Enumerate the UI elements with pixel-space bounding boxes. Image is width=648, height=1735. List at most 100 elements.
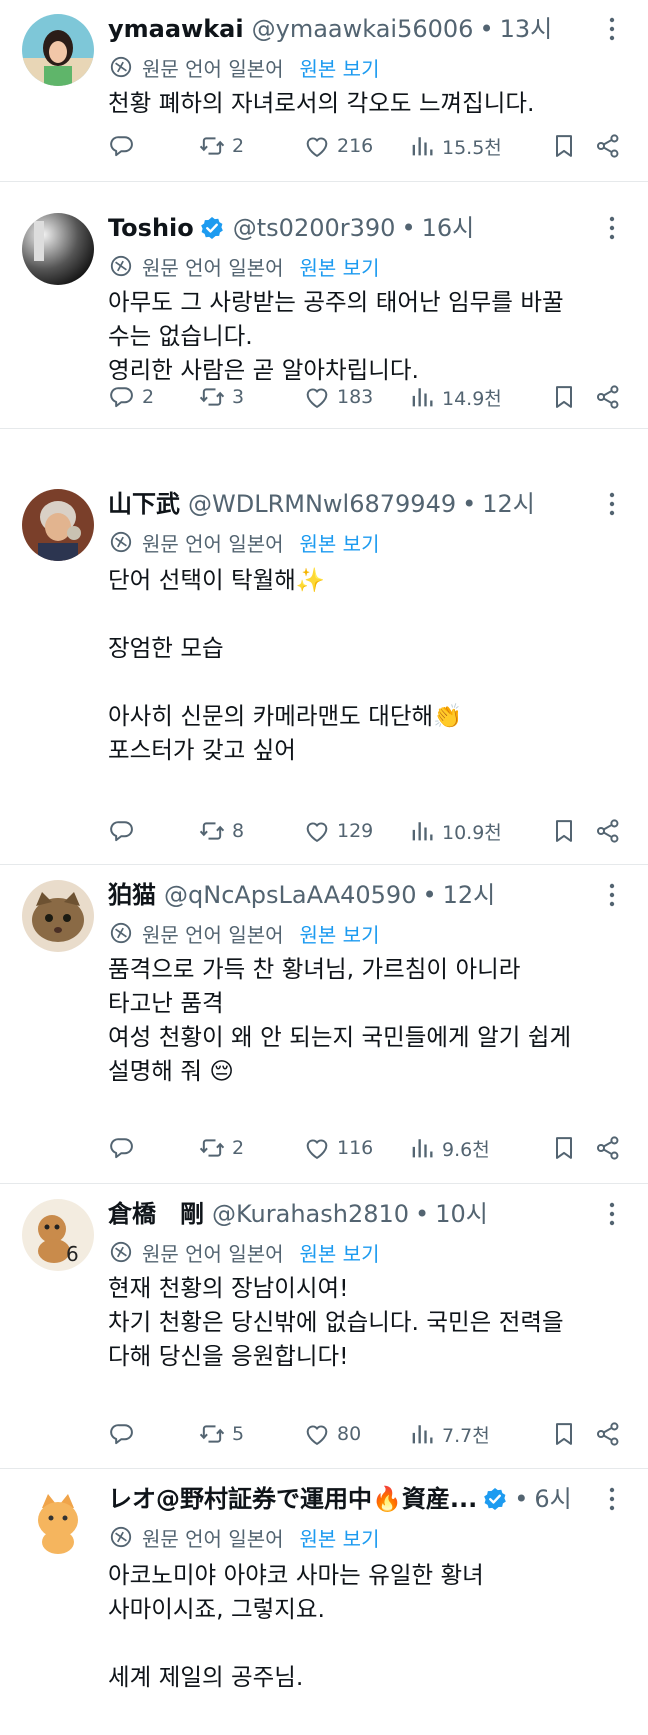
action-bar: 2 3 183 14.9천 (108, 379, 628, 415)
share-button[interactable] (594, 1130, 622, 1166)
avatar[interactable] (22, 14, 94, 86)
author-name[interactable]: 狛猫 (108, 878, 156, 912)
translation-notice: 원문 언어 일본어 원본 보기 (108, 918, 379, 948)
post[interactable]: Toshio @ts0200r390 • 16시 원문 언어 일본어 원본 보기… (0, 199, 648, 429)
bookmark-icon (550, 1420, 578, 1448)
like-icon (303, 132, 331, 160)
post[interactable]: 6 倉橋 剛 @Kurahash2810 • 10시 원문 언어 일본어 원본 … (0, 1185, 648, 1469)
bookmark-button[interactable] (550, 128, 578, 164)
post-time[interactable]: 12시 (443, 878, 496, 912)
post-header: 山下武 @WDLRMNwl6879949 • 12시 (108, 487, 596, 521)
views-button[interactable]: 7.7천 (408, 1416, 490, 1452)
post-text: 단어 선택이 탁월해✨ 장엄한 모습 아사히 신문의 카메라맨도 대단해👏 포스… (108, 566, 463, 764)
author-handle[interactable]: @qNcApsLaAA40590 (164, 878, 416, 912)
reply-button[interactable]: 2 (108, 379, 154, 415)
share-icon (594, 1420, 622, 1448)
avatar[interactable]: 6 (22, 1199, 94, 1271)
share-button[interactable] (594, 813, 622, 849)
post[interactable]: 山下武 @WDLRMNwl6879949 • 12시 원문 언어 일본어 원본 … (0, 475, 648, 865)
views-button[interactable]: 10.9천 (408, 813, 502, 849)
retweet-button[interactable]: 8 (198, 813, 244, 849)
post-header: ymaawkai @ymaawkai56006 • 13시 (108, 12, 596, 46)
show-original-link[interactable]: 원본 보기 (300, 252, 380, 281)
reply-button[interactable] (108, 1416, 142, 1452)
post[interactable]: ymaawkai @ymaawkai56006 • 13시 원문 언어 일본어 … (0, 0, 648, 182)
show-original-link[interactable]: 원본 보기 (300, 53, 380, 82)
author-name[interactable]: ymaawkai (108, 12, 244, 46)
separator-dot: • (422, 881, 437, 909)
more-icon[interactable] (600, 880, 624, 910)
post-header: Toshio @ts0200r390 • 16시 (108, 211, 596, 245)
avatar[interactable] (22, 880, 94, 952)
reply-button[interactable] (108, 128, 142, 164)
more-icon[interactable] (600, 213, 624, 243)
like-button[interactable]: 129 (303, 813, 373, 849)
more-icon[interactable] (600, 1199, 624, 1229)
author-name[interactable]: 山下武 (108, 487, 180, 521)
show-original-link[interactable]: 원본 보기 (300, 1523, 380, 1552)
post[interactable]: レオ@野村証券で運用中🔥資産... • 6시 원문 언어 일본어 원본 보기 아… (0, 1470, 648, 1735)
avatar[interactable] (22, 213, 94, 285)
like-button[interactable]: 116 (303, 1130, 373, 1166)
post-time[interactable]: 12시 (482, 487, 535, 521)
post-time[interactable]: 6시 (534, 1482, 571, 1516)
retweet-button[interactable]: 5 (198, 1416, 244, 1452)
more-icon[interactable] (600, 1484, 624, 1514)
share-button[interactable] (594, 1416, 622, 1452)
separator-dot: • (415, 1200, 430, 1228)
bookmark-button[interactable] (550, 813, 578, 849)
retweet-icon (198, 1420, 226, 1448)
like-button[interactable]: 183 (303, 379, 373, 415)
retweet-icon (198, 817, 226, 845)
more-icon[interactable] (600, 489, 624, 519)
translation-notice: 원문 언어 일본어 원본 보기 (108, 527, 379, 557)
post-time[interactable]: 10시 (435, 1197, 488, 1231)
author-handle[interactable]: @Kurahash2810 (212, 1197, 409, 1231)
retweet-button[interactable]: 2 (198, 1130, 244, 1166)
views-button[interactable]: 9.6천 (408, 1130, 490, 1166)
author-handle[interactable]: @ymaawkai56006 (252, 12, 474, 46)
translation-source: 원문 언어 일본어 (142, 1526, 284, 1551)
views-button[interactable]: 15.5천 (408, 128, 502, 164)
author-handle[interactable]: @ts0200r390 (233, 211, 396, 245)
views-button[interactable]: 14.9천 (408, 379, 502, 415)
show-original-link[interactable]: 원본 보기 (300, 528, 380, 557)
more-icon[interactable] (600, 14, 624, 44)
post-time[interactable]: 13시 (500, 12, 553, 46)
retweet-icon (198, 132, 226, 160)
reply-button[interactable] (108, 813, 142, 849)
like-button[interactable]: 80 (303, 1416, 361, 1452)
bookmark-icon (550, 1134, 578, 1162)
translation-source: 원문 언어 일본어 (142, 922, 284, 947)
bookmark-button[interactable] (550, 1416, 578, 1452)
action-bar: 5 80 7.7천 (108, 1416, 628, 1452)
retweet-button[interactable]: 2 (198, 128, 244, 164)
post[interactable]: 狛猫 @qNcApsLaAA40590 • 12시 원문 언어 일본어 원본 보… (0, 866, 648, 1184)
reply-icon (108, 817, 136, 845)
bookmark-button[interactable] (550, 1130, 578, 1166)
like-button[interactable]: 216 (303, 128, 373, 164)
retweet-count: 5 (232, 1423, 245, 1445)
translation-notice: 원문 언어 일본어 원본 보기 (108, 1237, 379, 1267)
author-name[interactable]: 倉橋 剛 (108, 1197, 204, 1231)
show-original-link[interactable]: 원본 보기 (300, 1238, 380, 1267)
share-button[interactable] (594, 128, 622, 164)
retweet-icon (198, 383, 226, 411)
like-count: 216 (337, 135, 374, 157)
author-name[interactable]: Toshio (108, 211, 194, 245)
reply-button[interactable] (108, 1130, 142, 1166)
views-count: 7.7천 (442, 1424, 490, 1447)
share-button[interactable] (594, 379, 622, 415)
show-original-link[interactable]: 원본 보기 (300, 919, 380, 948)
like-icon (303, 1420, 331, 1448)
avatar[interactable] (22, 1484, 94, 1556)
translate-icon (108, 253, 134, 279)
author-name[interactable]: レオ@野村証券で運用中🔥資産... (108, 1482, 477, 1516)
author-handle[interactable]: @WDLRMNwl6879949 (188, 487, 456, 521)
views-icon (408, 1134, 436, 1162)
views-icon (408, 383, 436, 411)
bookmark-button[interactable] (550, 379, 578, 415)
avatar[interactable] (22, 489, 94, 561)
retweet-button[interactable]: 3 (198, 379, 244, 415)
post-time[interactable]: 16시 (422, 211, 475, 245)
